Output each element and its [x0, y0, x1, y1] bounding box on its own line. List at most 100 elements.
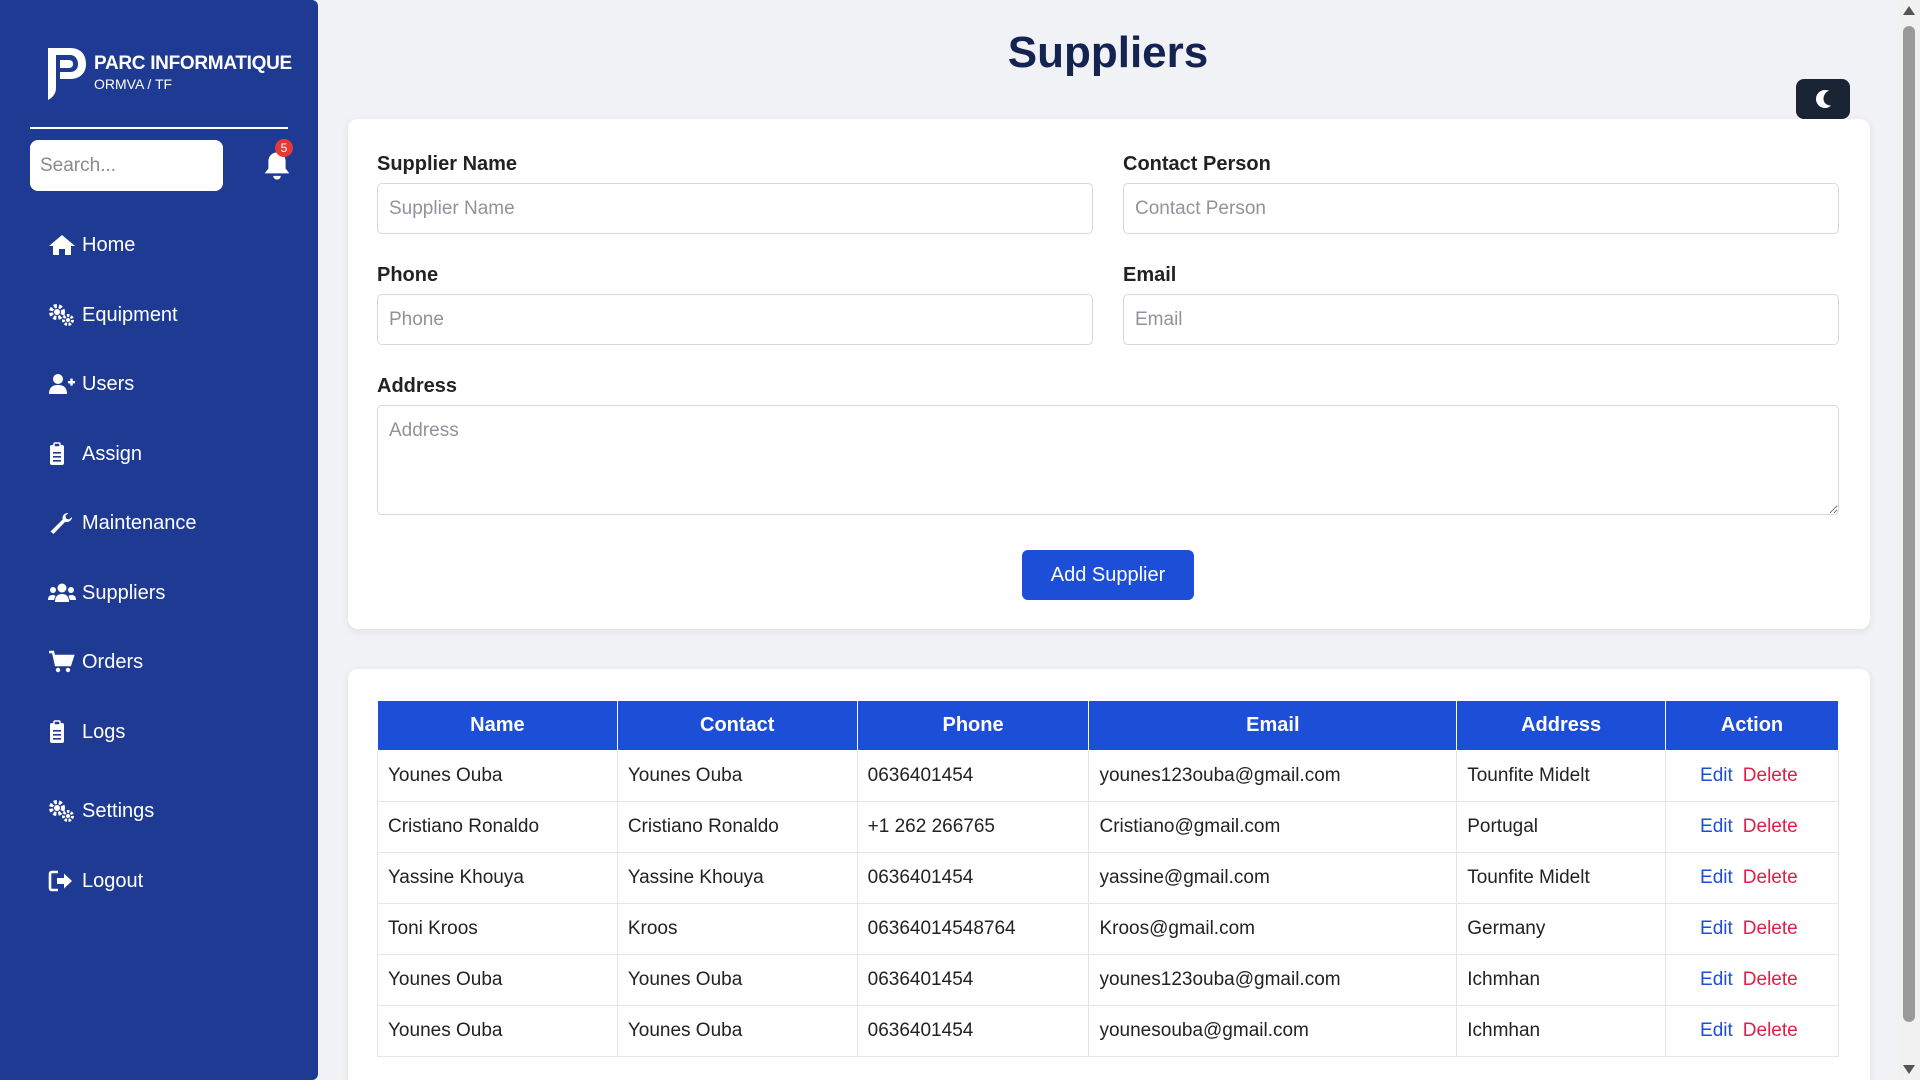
cell-action: Edit Delete — [1665, 852, 1839, 904]
email-input[interactable] — [1123, 294, 1839, 345]
sidebar-item-label: Orders — [82, 650, 144, 673]
cell-name: Younes Ouba — [377, 750, 618, 802]
scrollbar-thumb[interactable] — [1903, 26, 1915, 1022]
sidebar-item-home[interactable]: Home — [48, 229, 135, 261]
supplier-name-group: Supplier Name — [377, 153, 1093, 234]
edit-link[interactable]: Edit — [1700, 867, 1733, 888]
column-header-contact[interactable]: Contact — [616, 700, 858, 751]
delete-link[interactable]: Delete — [1743, 1020, 1798, 1041]
phone-input[interactable] — [377, 294, 1093, 345]
column-header-address[interactable]: Address — [1456, 700, 1667, 751]
cell-contact: Yassine Khouya — [616, 852, 858, 904]
column-header-phone[interactable]: Phone — [856, 700, 1090, 751]
cell-address: Tounfite Midelt — [1456, 852, 1667, 904]
cell-contact: Younes Ouba — [616, 954, 858, 1006]
cell-name: Younes Ouba — [377, 954, 618, 1006]
table-row: Younes Ouba Younes Ouba 0636401454 youne… — [377, 1005, 1839, 1057]
sidebar-item-settings[interactable]: Settings — [48, 795, 154, 827]
sidebar-item-label: Users — [82, 372, 135, 395]
sidebar-item-suppliers[interactable]: Suppliers — [48, 577, 165, 609]
cell-contact: Cristiano Ronaldo — [616, 801, 858, 853]
sidebar-item-orders[interactable]: Orders — [48, 646, 143, 678]
table-row: Yassine Khouya Yassine Khouya 0636401454… — [377, 852, 1839, 904]
theme-toggle-button[interactable] — [1796, 79, 1850, 119]
table-header-row: Name Contact Phone Email Address Action — [377, 700, 1839, 751]
scroll-down-arrow-icon[interactable] — [1903, 1065, 1915, 1074]
supplier-name-label: Supplier Name — [377, 153, 518, 175]
sidebar: PARC INFORMATIQUE ORMVA / TF 5 Home Equi… — [0, 0, 318, 1080]
page-scrollbar[interactable] — [1898, 0, 1920, 1080]
cell-address: Ichmhan — [1456, 954, 1667, 1006]
logo-p-icon — [48, 48, 86, 100]
brand-logo[interactable]: PARC INFORMATIQUE ORMVA / TF — [44, 44, 292, 102]
wrench-icon — [50, 513, 72, 534]
cell-action: Edit Delete — [1665, 954, 1839, 1006]
sidebar-item-users[interactable]: Users — [48, 368, 134, 400]
scroll-up-arrow-icon[interactable] — [1903, 6, 1915, 15]
search-input[interactable] — [30, 140, 223, 191]
add-supplier-button[interactable]: Add Supplier — [1022, 550, 1194, 600]
sidebar-item-assign[interactable]: Assign — [48, 438, 142, 470]
sidebar-item-logout[interactable]: Logout — [48, 865, 143, 897]
sidebar-item-label: Home — [82, 233, 136, 256]
cell-address: Ichmhan — [1456, 1005, 1667, 1057]
home-icon — [49, 235, 75, 255]
cell-phone: 0636401454 — [856, 852, 1090, 904]
clipboard-icon — [50, 442, 64, 465]
page-title: Suppliers — [1007, 28, 1209, 77]
edit-link[interactable]: Edit — [1700, 918, 1733, 939]
cell-phone: 0636401454 — [856, 750, 1090, 802]
edit-link[interactable]: Edit — [1700, 969, 1733, 990]
sidebar-item-maintenance[interactable]: Maintenance — [48, 507, 197, 539]
cell-action: Edit Delete — [1665, 1005, 1839, 1057]
edit-link[interactable]: Edit — [1700, 1020, 1733, 1041]
contact-person-input[interactable] — [1123, 183, 1839, 234]
cell-name: Toni Kroos — [377, 903, 618, 955]
cell-email: younes123ouba@gmail.com — [1088, 750, 1458, 802]
email-label: Email — [1123, 264, 1177, 286]
cell-phone: +1 262 266765 — [856, 801, 1090, 853]
delete-link[interactable]: Delete — [1743, 867, 1798, 888]
cell-action: Edit Delete — [1665, 750, 1839, 802]
column-header-name[interactable]: Name — [377, 700, 618, 751]
table-row: Toni Kroos Kroos 06364014548764 Kroos@gm… — [377, 903, 1839, 955]
delete-link[interactable]: Delete — [1743, 918, 1798, 939]
edit-link[interactable]: Edit — [1700, 765, 1733, 786]
suppliers-table-card: Name Contact Phone Email Address Action … — [348, 669, 1870, 1080]
cell-name: Cristiano Ronaldo — [377, 801, 618, 853]
contact-person-label: Contact Person — [1123, 153, 1271, 175]
supplier-name-input[interactable] — [377, 183, 1093, 234]
sidebar-item-logs[interactable]: Logs — [48, 716, 125, 748]
sidebar-item-label: Assign — [82, 442, 143, 465]
delete-link[interactable]: Delete — [1743, 969, 1798, 990]
delete-link[interactable]: Delete — [1743, 765, 1798, 786]
delete-link[interactable]: Delete — [1743, 816, 1798, 837]
brand-subtitle: ORMVA / TF — [94, 75, 173, 92]
cell-contact: Younes Ouba — [616, 750, 858, 802]
cart-icon — [49, 650, 75, 673]
cell-email: Cristiano@gmail.com — [1088, 801, 1458, 853]
cell-contact: Younes Ouba — [616, 1005, 858, 1057]
clipboard-icon — [50, 720, 64, 743]
sidebar-item-equipment[interactable]: Equipment — [48, 299, 178, 331]
sidebar-item-label: Logs — [82, 720, 126, 743]
sidebar-item-label: Equipment — [82, 303, 178, 326]
suppliers-table: Name Contact Phone Email Address Action … — [377, 700, 1839, 1057]
sidebar-divider — [30, 127, 288, 129]
notification-badge: 5 — [275, 139, 293, 157]
column-header-email[interactable]: Email — [1088, 700, 1458, 751]
cell-address: Germany — [1456, 903, 1667, 955]
edit-link[interactable]: Edit — [1700, 816, 1733, 837]
cell-address: Tounfite Midelt — [1456, 750, 1667, 802]
sidebar-item-label: Logout — [82, 869, 144, 892]
cell-phone: 06364014548764 — [856, 903, 1090, 955]
cell-email: yassine@gmail.com — [1088, 852, 1458, 904]
users-icon — [48, 583, 76, 602]
address-label: Address — [377, 375, 458, 397]
cell-email: Kroos@gmail.com — [1088, 903, 1458, 955]
column-header-action: Action — [1665, 700, 1839, 751]
phone-group: Phone — [377, 264, 1093, 345]
address-textarea[interactable] — [377, 405, 1839, 515]
sidebar-item-label: Suppliers — [82, 581, 166, 604]
contact-person-group: Contact Person — [1123, 153, 1839, 234]
